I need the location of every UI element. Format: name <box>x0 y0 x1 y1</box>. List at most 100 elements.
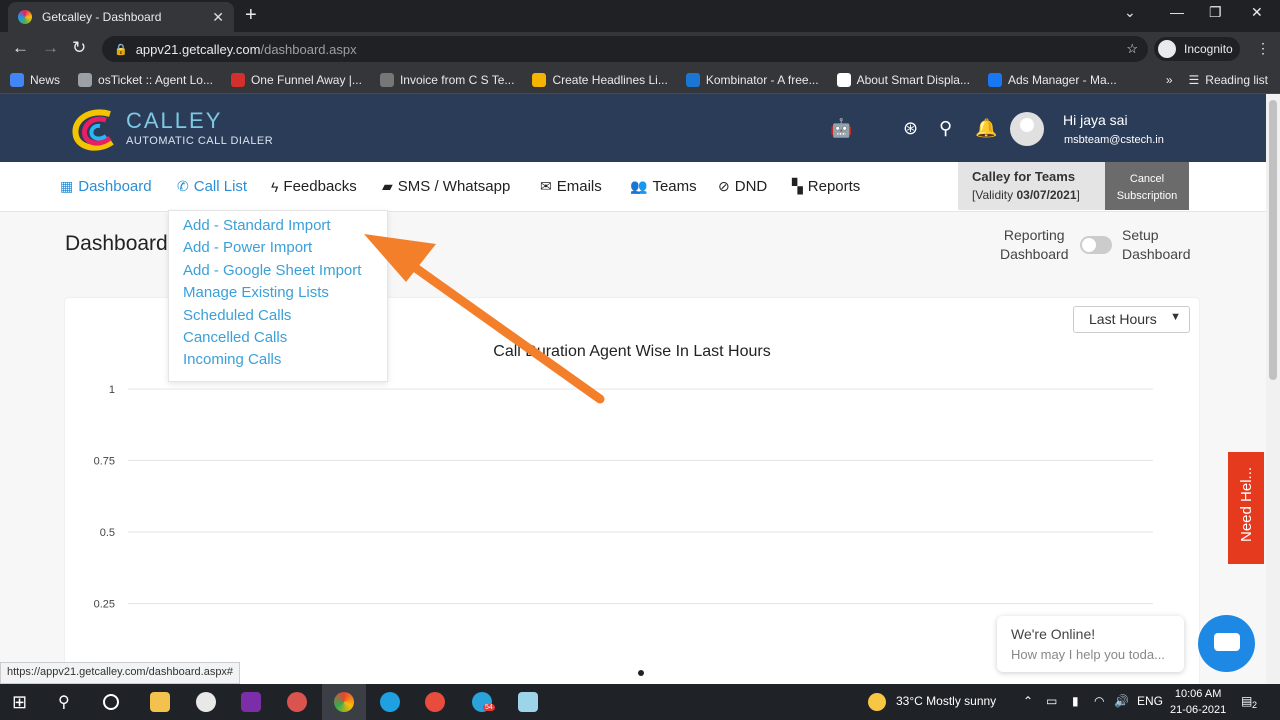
bookmark-item[interactable]: Create Headlines Li... <box>532 72 668 87</box>
back-icon[interactable]: ← <box>12 38 29 58</box>
minimize-icon[interactable]: — <box>1170 4 1184 20</box>
chat-subtitle: How may I help you toda... <box>1011 647 1165 662</box>
browser-tab[interactable]: Getcalley - Dashboard ✕ <box>8 2 234 32</box>
dropdown-item[interactable]: Cancelled Calls <box>169 327 387 349</box>
nav-label: Call List <box>193 178 248 195</box>
need-help-tab[interactable]: Need Hel... <box>1228 452 1264 564</box>
dropdown-item[interactable]: Add - Standard Import <box>169 215 387 237</box>
bookmark-item[interactable]: News <box>10 72 61 87</box>
dropdown-item[interactable]: Manage Existing Lists <box>169 282 387 304</box>
bookmark-label: Ads Manager - Ma... <box>1007 72 1117 87</box>
taskbar-search-icon[interactable]: ⚲ <box>58 692 78 712</box>
bookmark-item[interactable]: Kombinator - A free... <box>685 72 819 87</box>
incognito-indicator[interactable]: Incognito <box>1154 37 1240 61</box>
weather-icon[interactable] <box>868 693 886 711</box>
bookmark-favicon-icon <box>230 72 245 87</box>
support-icon[interactable]: ⊛ <box>903 118 918 139</box>
telegram-badge: 54 <box>483 704 495 711</box>
cancel-subscription-button[interactable]: Cancel Subscription <box>1105 162 1189 210</box>
bookmarks-more-icon[interactable]: » <box>1166 73 1173 87</box>
weather-text[interactable]: 33°C Mostly sunny <box>896 694 996 708</box>
bookmark-label: About Smart Displa... <box>856 72 970 87</box>
language-indicator[interactable]: ENG <box>1137 694 1163 708</box>
nav-emails[interactable]: ✉ Emails <box>540 178 602 195</box>
bookmark-item[interactable]: Invoice from C S Te... <box>379 72 514 87</box>
plan-validity: [Validity 03/07/2021] <box>972 188 1080 202</box>
dropdown-item[interactable]: Scheduled Calls <box>169 305 387 327</box>
lock-icon: 🔒 <box>114 43 128 56</box>
onenote-icon[interactable] <box>241 692 261 712</box>
chat-title: We're Online! <box>1011 626 1096 642</box>
taskbar-clock[interactable]: 10:06 AM 21-06-2021 <box>1170 686 1226 718</box>
new-tab-icon[interactable]: + <box>245 4 257 27</box>
scrollbar-thumb[interactable] <box>1269 100 1277 380</box>
volume-icon[interactable]: 🔊 <box>1114 694 1129 708</box>
file-explorer-icon[interactable] <box>150 692 170 712</box>
battery-icon[interactable]: ▮ <box>1072 694 1079 708</box>
window-close-icon[interactable]: ✕ <box>1251 4 1263 21</box>
reading-list-icon[interactable]: ☰ <box>1189 73 1200 87</box>
dropdown-item[interactable]: Add - Power Import <box>169 237 387 259</box>
bookmark-item[interactable]: About Smart Displa... <box>836 72 970 87</box>
avatar[interactable] <box>1010 112 1044 146</box>
nav-dashboard[interactable]: ▦ Dashboard <box>60 178 152 195</box>
chrome-icon[interactable] <box>334 692 354 712</box>
nav-reports[interactable]: ▚ Reports <box>792 178 860 195</box>
app-icon[interactable] <box>425 692 445 712</box>
bolt-icon: ϟ <box>271 178 279 195</box>
nav-sms-whatsapp[interactable]: ▰ SMS / Whatsapp <box>382 178 510 195</box>
tray-chevron-icon[interactable]: ⌃ <box>1023 694 1033 708</box>
bell-icon[interactable]: 🔔 <box>975 118 997 139</box>
bookmark-item[interactable]: osTicket :: Agent Lo... <box>78 72 213 87</box>
page-scrollbar[interactable] <box>1266 94 1280 684</box>
tab-title: Getcalley - Dashboard <box>42 10 162 24</box>
edge-icon[interactable] <box>380 692 400 712</box>
bookmark-item[interactable]: Ads Manager - Ma... <box>987 72 1117 87</box>
url-input[interactable]: 🔒 appv21.getcalley.com/dashboard.aspx ☆ <box>102 36 1148 62</box>
dropdown-item[interactable]: Incoming Calls <box>169 349 387 371</box>
app-icon[interactable] <box>518 692 538 712</box>
period-select[interactable]: Last Hours ▼ <box>1073 306 1190 333</box>
nav-dnd[interactable]: ⊘ DND <box>718 178 767 195</box>
nav-teams[interactable]: 👥 Teams <box>630 178 697 195</box>
search-icon[interactable]: ⚲ <box>939 118 952 139</box>
bookmark-star-icon[interactable]: ☆ <box>1126 41 1138 57</box>
calley-logo-icon[interactable] <box>70 108 120 152</box>
windows-start-icon[interactable]: ⊞ <box>12 692 32 712</box>
dashboard-mode-toggle[interactable] <box>1080 236 1112 254</box>
incognito-label: Incognito <box>1184 42 1233 56</box>
url-path: /dashboard.aspx <box>260 41 357 57</box>
bookmark-item[interactable]: One Funnel Away |... <box>230 72 362 87</box>
nav-call-list[interactable]: ✆ Call List <box>177 178 247 195</box>
users-icon: 👥 <box>630 178 648 194</box>
app-icon[interactable] <box>196 692 216 712</box>
y-tick-label: 1 <box>109 384 115 396</box>
browser-tab-bar: Getcalley - Dashboard ✕ + ⌄ — ❐ ✕ <box>0 0 1280 32</box>
nav-feedbacks[interactable]: ϟ Feedbacks <box>271 178 357 195</box>
dropdown-item[interactable]: Add - Google Sheet Import <box>169 260 387 282</box>
dashboard-icon: ▦ <box>60 178 74 194</box>
browser-menu-icon[interactable]: ⋮ <box>1256 40 1270 57</box>
cortana-icon[interactable] <box>103 694 119 710</box>
paint-icon[interactable] <box>287 692 307 712</box>
forward-icon[interactable]: → <box>42 38 59 58</box>
address-bar: ← → ↻ 🔒 appv21.getcalley.com/dashboard.a… <box>0 32 1280 66</box>
tab-search-icon[interactable]: ⌄ <box>1124 4 1136 21</box>
wifi-icon[interactable]: ◠ <box>1094 694 1104 708</box>
toggle-right-label: Setup Dashboard <box>1122 227 1191 262</box>
meet-icon[interactable]: ▭ <box>1046 694 1057 708</box>
cancel-label-2: Subscription <box>1116 190 1178 202</box>
chat-greeting-bubble[interactable]: We're Online! How may I help you toda... <box>997 616 1184 672</box>
reload-icon[interactable]: ↻ <box>72 38 86 58</box>
close-tab-icon[interactable]: ✕ <box>212 9 224 26</box>
maximize-icon[interactable]: ❐ <box>1209 4 1222 21</box>
user-greeting[interactable]: Hi jaya sai <box>1063 112 1128 128</box>
reading-list-label[interactable]: Reading list <box>1205 73 1268 87</box>
user-email: msbteam@cstech.in <box>1064 134 1164 146</box>
android-icon[interactable]: 🤖 <box>830 118 852 139</box>
chat-launcher-icon[interactable] <box>1198 615 1255 672</box>
nav-label: Emails <box>556 178 602 195</box>
notification-icon[interactable]: ▤ <box>1241 694 1252 708</box>
y-tick-label: 0.75 <box>94 456 115 468</box>
bookmark-label: News <box>30 72 61 87</box>
